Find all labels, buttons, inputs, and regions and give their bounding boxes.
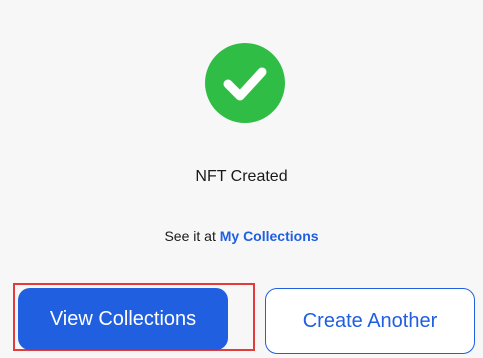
subtitle-prefix: See it at bbox=[164, 228, 216, 244]
success-check-icon bbox=[205, 43, 285, 123]
check-circle-icon bbox=[205, 43, 285, 123]
create-another-button[interactable]: Create Another bbox=[265, 288, 475, 354]
page-title: NFT Created bbox=[195, 168, 288, 185]
view-collections-button[interactable]: View Collections bbox=[18, 288, 228, 350]
my-collections-link[interactable]: My Collections bbox=[220, 228, 319, 244]
subtitle-text: See it at My Collections bbox=[0, 228, 483, 244]
